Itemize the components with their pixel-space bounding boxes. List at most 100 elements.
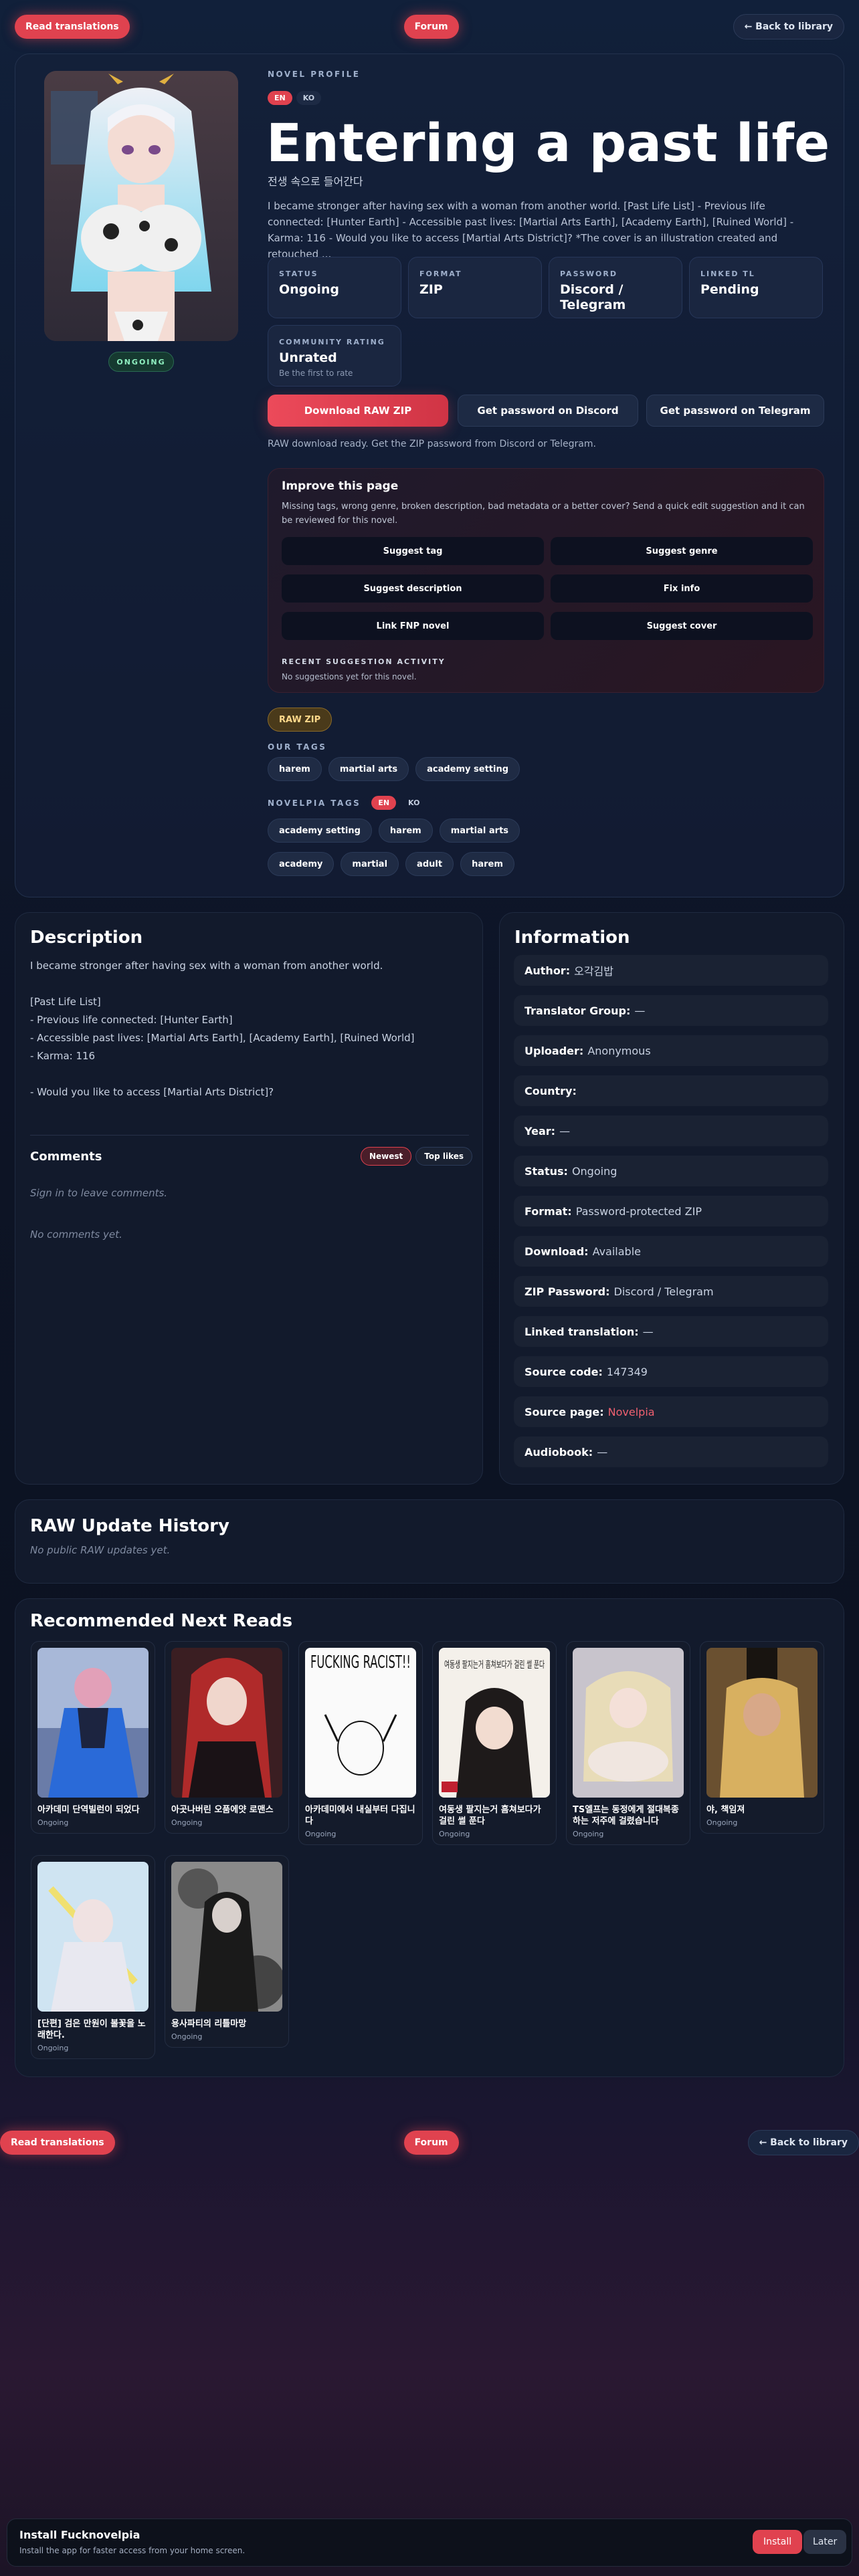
suggest-tag-button[interactable]: Suggest tag bbox=[282, 537, 544, 565]
read-translations-button-bottom[interactable]: Read translations bbox=[0, 2131, 115, 2155]
recommended-item[interactable]: [단편] 검은 만원이 볼꽃을 노래한다. Ongoing bbox=[31, 1855, 155, 2059]
recommended-item[interactable]: 용사파티의 리틀마망 Ongoing bbox=[165, 1855, 289, 2048]
improve-description: Missing tags, wrong genre, broken descri… bbox=[282, 502, 805, 526]
info-audiobook: Audiobook: — bbox=[514, 1436, 828, 1467]
no-comments-text: No comments yet. bbox=[30, 1228, 122, 1241]
raw-history-empty: No public RAW updates yet. bbox=[30, 1544, 171, 1556]
comments-sort: Newest Top likes bbox=[361, 1147, 473, 1166]
info-uploader: Uploader: Anonymous bbox=[514, 1035, 828, 1066]
link-fnp-novel-button[interactable]: Link FNP novel bbox=[282, 612, 544, 640]
suggest-genre-button[interactable]: Suggest genre bbox=[551, 537, 813, 565]
raw-zip-badge: RAW ZIP bbox=[268, 708, 332, 732]
info-zip-password: ZIP Password: Discord / Telegram bbox=[514, 1276, 828, 1307]
sort-newest-button[interactable]: Newest bbox=[361, 1147, 412, 1166]
suggest-description-button[interactable]: Suggest description bbox=[282, 574, 544, 603]
our-tags-list: harem martial arts academy setting bbox=[268, 757, 527, 781]
tag-chip[interactable]: academy setting bbox=[415, 757, 520, 781]
stat-format: FORMAT ZIP bbox=[408, 257, 542, 318]
tag-chip[interactable]: academy bbox=[268, 852, 335, 876]
install-banner: Install Fucknovelpia Install the app for… bbox=[7, 2518, 852, 2567]
novelpia-tags-row-1: academy setting harem martial arts bbox=[268, 819, 527, 843]
novel-thumbnail bbox=[706, 1648, 818, 1798]
info-status: Status: Ongoing bbox=[514, 1156, 828, 1186]
recommended-item[interactable]: 야, 책임져 Ongoing bbox=[700, 1641, 824, 1834]
recommended-item[interactable]: 아카데미 단역빌런이 되었다 Ongoing bbox=[31, 1641, 155, 1834]
later-button[interactable]: Later bbox=[803, 2530, 847, 2554]
telegram-password-button[interactable]: Get password on Telegram bbox=[646, 395, 824, 427]
lang-ko-toggle[interactable]: KO bbox=[296, 91, 322, 105]
ongoing-status-chip: ONGOING bbox=[108, 352, 174, 372]
stat-password: PASSWORD Discord / Telegram bbox=[549, 257, 682, 318]
recommended-item[interactable]: TS엘프는 동정에게 절대복종하는 저주에 걸렸습니다 Ongoing bbox=[566, 1641, 690, 1845]
novel-thumbnail bbox=[37, 1862, 149, 2012]
novelpia-tags-header: NOVELPIA TAGS EN KO bbox=[268, 796, 426, 810]
svg-text:여동생 팔지는거 흠쳐보다가 걸린 썰 푼다: 여동생 팔지는거 흠쳐보다가 걸린 썰 푼다 bbox=[444, 1660, 545, 1671]
forum-button[interactable]: Forum bbox=[403, 15, 459, 39]
read-translations-button[interactable]: Read translations bbox=[15, 15, 130, 39]
novel-title: Entering a past life bbox=[266, 114, 830, 174]
tag-chip[interactable]: harem bbox=[460, 852, 514, 876]
novelpia-tags-label: NOVELPIA TAGS bbox=[268, 798, 361, 808]
novel-thumbnail bbox=[171, 1648, 282, 1798]
improve-page-panel: Improve this page Missing tags, wrong ge… bbox=[268, 468, 824, 693]
novelpia-tags-row-2: academy martial adult harem bbox=[268, 852, 521, 876]
stat-community-rating: COMMUNITY RATING Unrated Be the first to r… bbox=[268, 325, 401, 387]
recommended-heading: Recommended Next Reads bbox=[30, 1611, 293, 1631]
back-to-library-button[interactable]: ← Back to library bbox=[733, 14, 844, 39]
description-heading: Description bbox=[30, 928, 143, 948]
activity-text: No suggestions yet for this novel. bbox=[282, 672, 417, 681]
sign-in-prompt[interactable]: Sign in to leave comments. bbox=[30, 1187, 167, 1199]
description-card: Description I became stronger after havi… bbox=[15, 912, 483, 1485]
bottom-nav: Read translations Forum ← Back to librar… bbox=[0, 2116, 859, 2169]
back-to-library-button-bottom[interactable]: ← Back to library bbox=[747, 2130, 859, 2155]
info-format: Format: Password-protected ZIP bbox=[514, 1196, 828, 1226]
svg-text:FUCKING RACIST!!: FUCKING RACIST!! bbox=[310, 1652, 411, 1673]
raw-history-card: RAW Update History No public RAW updates… bbox=[15, 1499, 844, 1584]
tag-chip[interactable]: martial arts bbox=[328, 757, 409, 781]
recommended-item[interactable]: FUCKING RACIST!! 아카데미에서 내실부터 다집니다 Ongoing bbox=[298, 1641, 423, 1845]
forum-button-bottom[interactable]: Forum bbox=[403, 2131, 459, 2155]
info-country: Country: bbox=[514, 1075, 828, 1106]
source-page-link[interactable]: Novelpia bbox=[608, 1406, 655, 1418]
info-linked-translation: Linked translation: — bbox=[514, 1316, 828, 1347]
novel-thumbnail bbox=[37, 1648, 149, 1798]
discord-password-button[interactable]: Get password on Discord bbox=[458, 395, 638, 427]
tag-chip[interactable]: academy setting bbox=[268, 819, 372, 843]
improve-title: Improve this page bbox=[282, 479, 399, 493]
top-nav: Read translations Forum ← Back to librar… bbox=[0, 0, 859, 53]
info-download: Download: Available bbox=[514, 1236, 828, 1267]
novel-thumbnail bbox=[171, 1862, 282, 2012]
activity-label: RECENT SUGGESTION ACTIVITY bbox=[282, 657, 446, 666]
info-source-page: Source page: Novelpia bbox=[514, 1396, 828, 1427]
info-year: Year: — bbox=[514, 1115, 828, 1146]
suggest-cover-button[interactable]: Suggest cover bbox=[551, 612, 813, 640]
information-heading: Information bbox=[514, 928, 630, 948]
recommended-item[interactable]: 여동생 팔지는거 흠쳐보다가 걸린 썰 푼다 여동생 팔지는거 흠쳐보다가 걸린… bbox=[432, 1641, 557, 1845]
stat-linked-tl: LINKED TL Pending bbox=[689, 257, 823, 318]
novel-thumbnail: FUCKING RACIST!! bbox=[305, 1648, 416, 1798]
install-button[interactable]: Install bbox=[753, 2530, 803, 2554]
novel-thumbnail bbox=[573, 1648, 684, 1798]
recommended-item[interactable]: 아곳나버린 오품에얏 로맨스 Ongoing bbox=[165, 1641, 289, 1834]
sort-top-likes-button[interactable]: Top likes bbox=[415, 1147, 473, 1166]
tag-chip[interactable]: adult bbox=[405, 852, 454, 876]
tag-chip[interactable]: martial bbox=[341, 852, 399, 876]
novelpia-lang-ko[interactable]: KO bbox=[401, 796, 426, 810]
tag-chip[interactable]: martial arts bbox=[439, 819, 520, 843]
tag-chip[interactable]: harem bbox=[378, 819, 433, 843]
info-author: Author: 오각김밥 bbox=[514, 955, 828, 986]
novel-cover-image bbox=[44, 71, 238, 341]
novel-thumbnail: 여동생 팔지는거 흠쳐보다가 걸린 썰 푼다 bbox=[439, 1648, 550, 1798]
tag-chip[interactable]: harem bbox=[268, 757, 322, 781]
description-body: I became stronger after having sex with … bbox=[30, 960, 415, 1098]
novelpia-lang-en[interactable]: EN bbox=[371, 796, 397, 810]
divider bbox=[30, 1135, 469, 1136]
info-source-code: Source code: 147349 bbox=[514, 1356, 828, 1387]
lang-en-toggle[interactable]: EN bbox=[268, 91, 292, 105]
info-translator-group: Translator Group: — bbox=[514, 995, 828, 1026]
download-note: RAW download ready. Get the ZIP password… bbox=[268, 439, 596, 449]
download-raw-zip-button[interactable]: Download RAW ZIP bbox=[268, 395, 448, 427]
fix-info-button[interactable]: Fix info bbox=[551, 574, 813, 603]
novel-summary: I became stronger after having sex with … bbox=[268, 200, 794, 260]
stat-status: STATUS Ongoing bbox=[268, 257, 401, 318]
